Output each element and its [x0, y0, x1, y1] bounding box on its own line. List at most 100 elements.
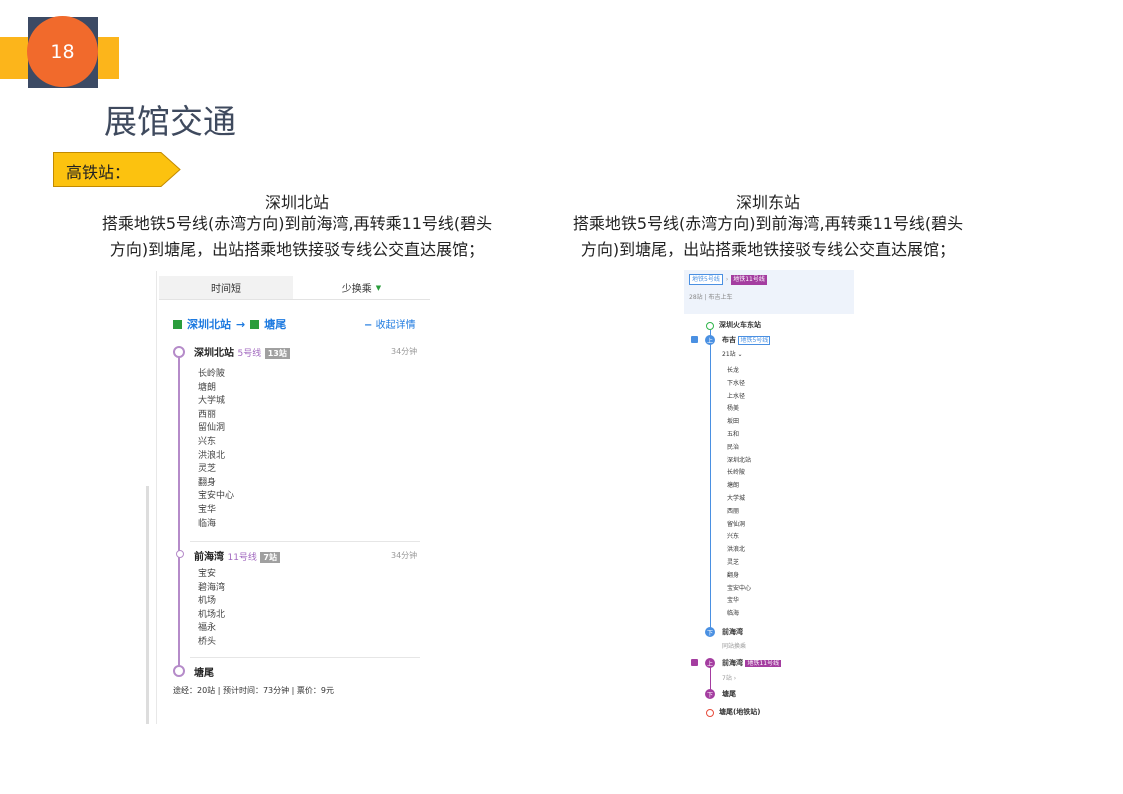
route-arrow-icon: →	[236, 317, 246, 331]
board2-line: 地铁11号线	[745, 660, 782, 667]
seg2-header: 前海湾 11号线 7站	[194, 548, 280, 563]
tab-fewest-transfers-label: 少换乘	[341, 284, 372, 295]
metro-icon	[691, 336, 698, 343]
seg2-station: 前海湾	[194, 552, 224, 563]
line5-tag: 地铁5号线	[689, 274, 723, 285]
tab-dropdown-icon: ▼	[375, 283, 382, 292]
line5-timeline	[710, 330, 711, 632]
chevron-right-icon: ›	[725, 276, 729, 283]
line11-tag: 地铁11号线	[731, 274, 767, 285]
transfer-note: 同站换乘	[722, 643, 747, 650]
stop: 深圳北站	[727, 456, 752, 464]
stop: 宝华	[727, 597, 740, 605]
route-summary: 途经：20站 | 预计时间：73分钟 | 票价：9元	[173, 686, 335, 695]
tag-label: 高铁站：	[66, 163, 131, 182]
stop: 坂田	[727, 418, 740, 426]
metro-icon	[691, 659, 698, 666]
stop: 翻身	[727, 571, 740, 579]
route-from: 深圳北站	[187, 318, 231, 331]
stop: 桥头	[198, 636, 217, 647]
line-tags: 地铁5号线 › 地铁11号线	[689, 274, 767, 285]
stop: 大学城	[198, 396, 226, 407]
count2[interactable]: 7站 ›	[722, 673, 736, 686]
seg2-time: 34分钟	[391, 551, 418, 560]
end-station: 塘尾(地铁站)	[719, 708, 761, 716]
stop: 留仙洞	[198, 423, 226, 434]
route-header: 深圳北站 → 塘尾	[173, 316, 286, 332]
end-station: 塘尾	[194, 668, 214, 679]
route-tab-bar: 时间短 少换乘 ▼	[159, 276, 430, 300]
board2-row: 前海湾 地铁11号线	[722, 657, 782, 671]
seg2-count: 7站	[260, 552, 280, 563]
alight2-station: 塘尾	[722, 690, 736, 698]
collapse-details-link[interactable]: − 收起详情	[364, 316, 416, 331]
stop: 西丽	[727, 507, 740, 515]
board-icon: 上	[705, 658, 715, 668]
stop: 留仙洞	[727, 520, 746, 528]
stop: 民治	[727, 443, 740, 451]
alight1-station: 前海湾	[722, 628, 743, 636]
page-number-badge: 18	[27, 16, 98, 87]
count1[interactable]: 21站 ⌄	[722, 349, 743, 362]
seg2-line: 11号线	[227, 553, 257, 563]
minus-icon: −	[364, 320, 373, 331]
right-desc-line2: 方向)到塘尾，出站搭乘地铁接驳专线公交直达展馆；	[580, 240, 956, 259]
transfer-node-icon	[176, 550, 184, 558]
start-node-icon	[706, 322, 714, 330]
seg1-count: 13站	[264, 348, 290, 359]
stop: 洪浪北	[727, 546, 746, 554]
stop: 长岭陂	[198, 369, 226, 379]
alight-icon: 下	[705, 627, 715, 637]
stop: 五和	[727, 430, 740, 438]
divider	[190, 541, 420, 542]
left-station-desc: 搭乘地铁5号线(赤湾方向)到前海湾,再转乘11号线(碧头 方向)到塘尾，出站搭乘…	[87, 211, 507, 263]
stop: 塘朗	[198, 382, 217, 393]
panel-border	[156, 271, 157, 724]
stop: 碧海湾	[198, 582, 226, 593]
scroll-edge	[146, 486, 149, 724]
right-station-name: 深圳东站	[735, 193, 800, 212]
left-station-name: 深圳北站	[264, 193, 329, 212]
metro-icon	[250, 319, 260, 329]
right-route-screenshot: 地铁5号线 › 地铁11号线 28站 | 布吉上车 深圳火车东站 上 布吉 地铁…	[684, 270, 854, 724]
route-meta: 28站 | 布吉上车	[689, 294, 733, 301]
stop: 临海	[727, 610, 740, 618]
left-desc-line2: 方向)到塘尾，出站搭乘地铁接驳专线公交直达展馆；	[109, 240, 485, 259]
collapse-label: 收起详情	[375, 320, 416, 331]
stop: 杨美	[727, 405, 740, 413]
page-number: 18	[50, 40, 75, 63]
seg1-header: 深圳北站 5号线 13站	[194, 344, 290, 359]
tab-shortest-time[interactable]: 时间短	[159, 276, 293, 299]
stop: 机场	[198, 596, 217, 607]
stop: 长龙	[727, 367, 740, 374]
route-to: 塘尾	[264, 318, 287, 331]
stop: 长岭陂	[727, 469, 746, 477]
right-station-desc: 搭乘地铁5号线(赤湾方向)到前海湾,再转乘11号线(碧头 方向)到塘尾，出站搭乘…	[558, 211, 978, 263]
end-node-icon	[173, 665, 185, 677]
stop: 洪浪北	[198, 450, 226, 461]
end-node-icon	[706, 709, 714, 717]
left-route-screenshot: 时间短 少换乘 ▼ 深圳北站 → 塘尾 − 收起详情 深圳北站 5号线 13站 3…	[146, 271, 430, 724]
stop: 翻身	[198, 477, 217, 488]
stop: 福永	[198, 623, 217, 634]
seg1-stop-list: 长岭陂 塘朗 大学城 西丽 留仙洞 兴东 洪浪北 灵芝 翻身 宝安中心 宝华 临…	[198, 368, 234, 531]
metro-icon	[173, 319, 182, 329]
stop: 大学城	[727, 494, 746, 502]
stop: 宝华	[198, 504, 217, 515]
divider	[190, 657, 420, 658]
board-icon: 上	[705, 335, 715, 345]
stop: 西丽	[198, 409, 217, 420]
board2-station: 前海湾	[722, 659, 743, 667]
alight-icon: 下	[705, 689, 715, 699]
stop: 机场北	[198, 609, 226, 620]
stop: 宝安中心	[198, 491, 235, 502]
stop: 灵芝	[198, 464, 217, 475]
board1-line: 地铁5号线	[738, 336, 771, 345]
stop: 兴东	[727, 533, 740, 541]
board1-row: 布吉 地铁5号线	[722, 334, 771, 348]
start-node-icon	[173, 346, 185, 358]
stop: 宝安中心	[727, 584, 752, 592]
start-station: 深圳火车东站	[719, 321, 761, 329]
stop: 临海	[198, 518, 217, 529]
tab-fewest-transfers[interactable]: 少换乘 ▼	[293, 276, 430, 299]
